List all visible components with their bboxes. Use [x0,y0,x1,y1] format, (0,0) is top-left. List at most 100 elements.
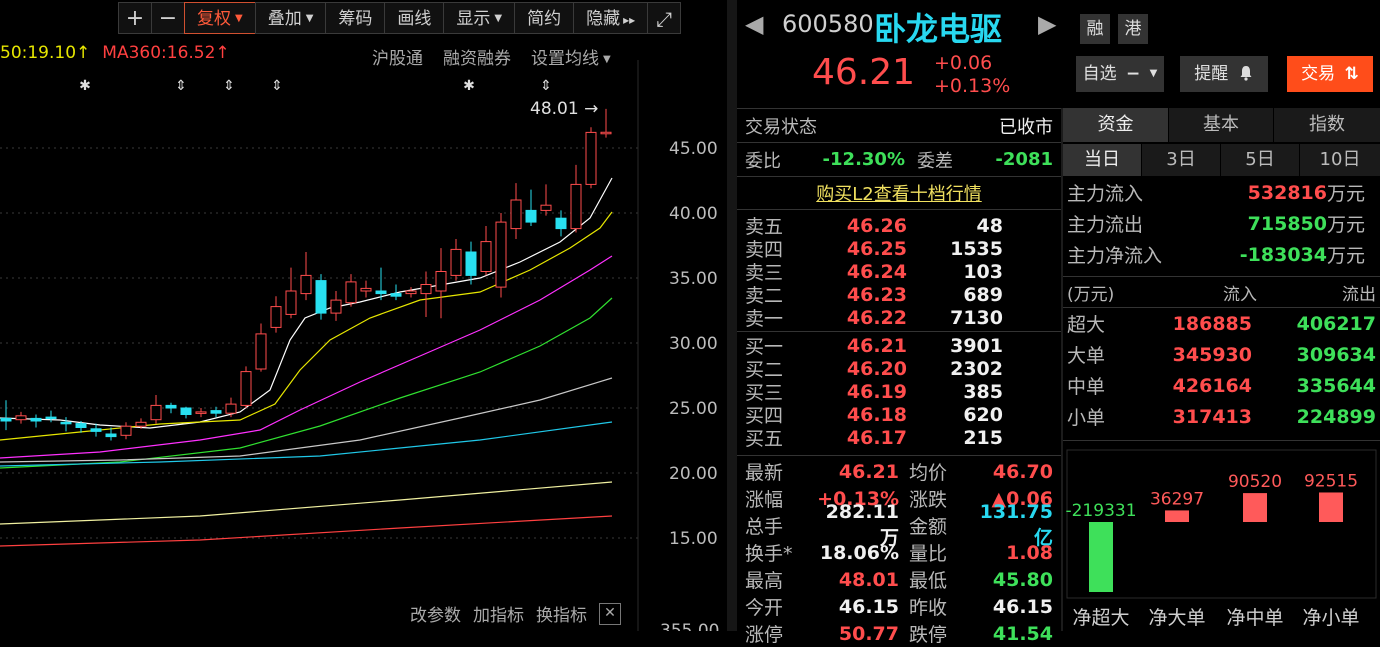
stat-label: 今开 [745,597,784,619]
chevron-down-icon: ▼ [494,13,503,24]
zoom-out-button[interactable]: − [151,2,185,34]
candle-body [285,290,297,315]
stat-label: 跌停 [909,624,948,646]
overlay-dropdown[interactable]: 叠加 ▼ [254,2,327,34]
kline-chart-panel[interactable]: + − 复权 ▼ 叠加 ▼ 筹码 画线 显示 ▼ 简约 隐藏 ▸▸ ⤢ 50:19.10… [0,0,727,631]
event-marker-icon[interactable]: ⇕ [540,78,552,94]
candle-body [45,416,57,420]
candle-body [510,199,522,230]
ask-row[interactable]: 卖四 46.25 1535 [737,237,1061,262]
candle-body [30,417,42,422]
last-price: 46.21 [812,52,916,93]
net-flow-label: 净中单 [1226,607,1283,629]
prev-stock-icon[interactable]: ◀ [745,10,763,38]
stat-value: 48.01 [838,568,899,591]
stat-value: 41.54 [992,622,1053,645]
period-3d[interactable]: 3日 [1142,144,1221,176]
main-inflow-row: 主力流入 532816 万元 [1063,177,1380,208]
bid-volume: 3901 [950,334,1003,357]
ask-volume: 689 [963,283,1003,306]
event-marker-icon[interactable]: ⇕ [175,78,187,94]
main-inflow-value: 532816 [1247,181,1327,204]
fund-row: 大单 345930 309634 [1063,339,1380,370]
close-icon[interactable]: ✕ [599,602,621,625]
ask-row[interactable]: 卖五 46.26 48 [737,214,1061,239]
ask-price: 46.24 [846,260,907,283]
chips-button[interactable]: 筹码 [325,2,386,34]
bid-list: 买一 46.21 3901 买二 46.20 2302 买三 46.19 385… [737,332,1061,451]
candle-body [330,299,342,314]
bid-price: 46.20 [846,357,907,380]
stats-grid: 最新 46.21 均价 46.70 涨幅 +0.13% 涨跌 ▲0.06 总手 … [737,456,1061,647]
candle-body [390,293,402,297]
main-net-label: 主力净流入 [1067,245,1163,267]
ask-row[interactable]: 卖一 46.22 7130 [737,306,1061,331]
price-change: +0.06 [934,52,993,74]
event-marker-icon[interactable]: ⇕ [271,78,283,94]
simple-mode-button[interactable]: 简约 [514,2,575,34]
stock-name: 卧龙电驱 [874,10,1003,48]
ask-volume: 48 [976,214,1003,237]
bid-row[interactable]: 买四 46.18 620 [737,403,1061,428]
period-today[interactable]: 当日 [1063,144,1142,176]
add-indicator-button[interactable]: 加指标 [473,601,524,626]
next-stock-icon[interactable]: ▶ [1038,10,1056,38]
bid-row[interactable]: 买五 46.17 215 [737,426,1061,451]
tab-fund[interactable]: 资金 [1063,108,1169,142]
stat-label: 总手 [745,516,784,538]
add-watchlist-dropdown[interactable]: 自选 − ▼ [1076,56,1164,92]
main-outflow-value: 715850 [1247,212,1327,235]
l2-upgrade-link[interactable]: 购买L2查看十档行情 [816,180,981,206]
tab-basic[interactable]: 基本 [1169,108,1274,142]
display-dropdown[interactable]: 显示 ▼ [443,2,516,34]
panel-divider[interactable] [727,0,737,631]
stats-row: 今开 46.15 昨收 46.15 [737,593,1061,620]
candle-body [600,131,612,135]
period-10d[interactable]: 10日 [1300,144,1380,176]
display-label: 显示 [456,9,491,29]
ask-row[interactable]: 卖三 46.24 103 [737,260,1061,285]
edit-params-button[interactable]: 改参数 [410,601,461,626]
switch-indicator-button[interactable]: 换指标 [536,601,587,626]
draw-line-button[interactable]: 画线 [384,2,445,34]
fuquan-dropdown[interactable]: 复权 ▼ [184,2,256,34]
period-5d[interactable]: 5日 [1221,144,1300,176]
bid-row[interactable]: 买二 46.20 2302 [737,357,1061,382]
ma-line [0,211,613,441]
stats-row: 最高 48.01 最低 45.80 [737,566,1061,593]
stat-value: 46.15 [838,595,899,618]
ma-line [0,377,613,463]
fullscreen-icon[interactable]: ⤢ [647,2,682,34]
fund-row-in: 345930 [1172,343,1252,366]
bid-volume: 385 [963,380,1003,403]
ask-row[interactable]: 卖二 46.23 689 [737,283,1061,308]
stat-label: 最高 [745,570,784,592]
fund-row: 小单 317413 224899 [1063,401,1380,432]
table-unit: (万元) [1067,284,1115,305]
ask-price: 46.23 [846,283,907,306]
tab-index[interactable]: 指数 [1274,108,1380,142]
event-marker-icon[interactable]: ✱ [79,78,91,94]
stat-label: 昨收 [909,597,948,619]
event-marker-icon[interactable]: ✱ [463,78,475,94]
order-book: 交易状态 已收市 委比 -12.30% 委差 -2081 购买L2查看十档行情 … [737,108,1061,647]
stat-label: 涨跌 [909,489,948,511]
candle-body [90,428,102,432]
net-flow-label: 净小单 [1302,607,1359,629]
bid-row[interactable]: 买一 46.21 3901 [737,334,1061,359]
hide-button[interactable]: 隐藏 ▸▸ [573,2,649,34]
candle-body [210,410,222,414]
alert-button[interactable]: 提醒 [1180,56,1268,92]
candle-body [300,274,312,295]
candle-body [465,251,477,276]
kline-plot[interactable]: ✱ ⇕ ⇕ ⇕ ✱ ⇕ 48.01 → 15.00 20.00 25.00 30.00 35.00 4… [0,60,727,631]
fund-row-out: 335644 [1296,374,1376,397]
candle-body [165,404,177,409]
event-marker-icon[interactable]: ⇕ [223,78,235,94]
stat-value: 46.15 [992,595,1053,618]
trade-button[interactable]: 交易 ⇅ [1287,56,1373,92]
candle-body [120,425,132,436]
zoom-in-button[interactable]: + [118,2,152,34]
order-ratio-label: 委比 [745,150,781,172]
bid-row[interactable]: 买三 46.19 385 [737,380,1061,405]
